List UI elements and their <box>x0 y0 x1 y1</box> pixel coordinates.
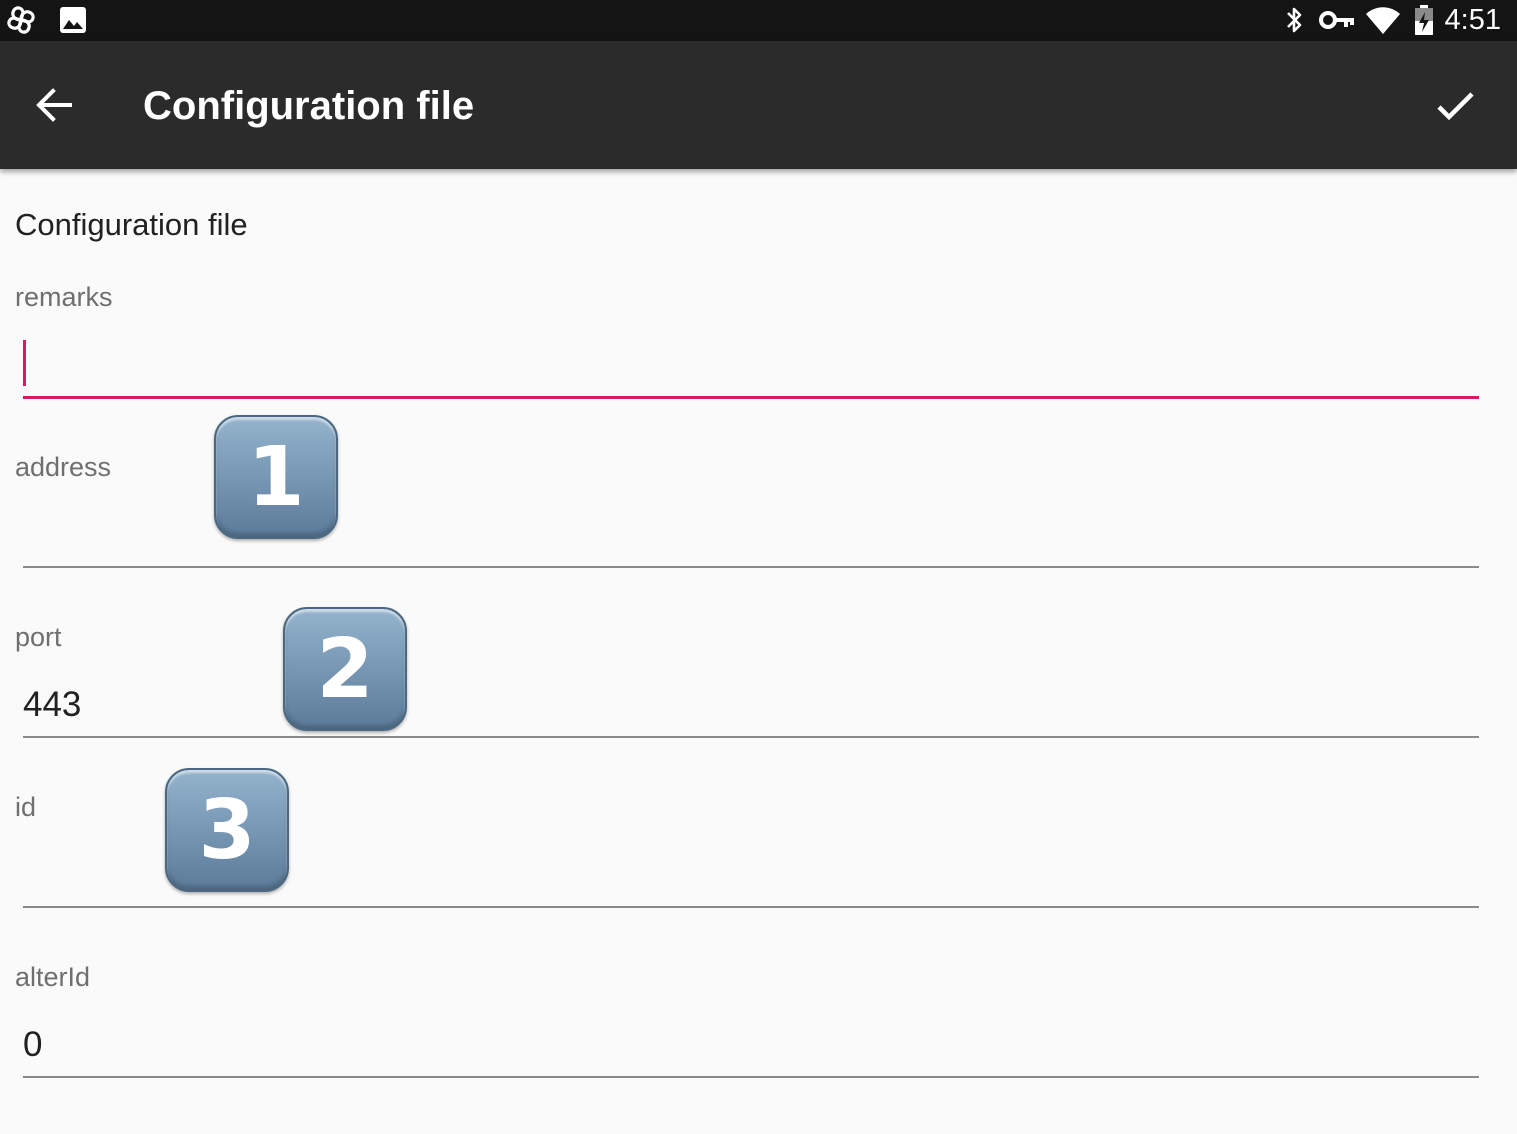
port-input[interactable] <box>23 682 1479 728</box>
pinwheel-icon <box>7 6 35 34</box>
back-button[interactable] <box>22 73 86 137</box>
id-label: id <box>15 792 37 822</box>
arrow-back-icon <box>36 88 72 122</box>
alterid-input[interactable] <box>23 1022 1479 1068</box>
alterid-label: alterId <box>15 962 91 992</box>
section-heading: Configuration file <box>15 207 248 242</box>
alterid-underline <box>23 1076 1479 1078</box>
address-underline <box>23 566 1479 568</box>
check-icon <box>1437 92 1474 121</box>
text-cursor <box>23 340 26 386</box>
status-time: 4:51 <box>1444 4 1501 36</box>
remarks-input[interactable] <box>23 340 1479 386</box>
toolbar: Configuration file <box>0 41 1517 169</box>
toolbar-title: Configuration file <box>143 84 475 128</box>
vpn-key-icon <box>1319 11 1354 29</box>
port-underline <box>23 736 1479 738</box>
remarks-underline <box>23 396 1479 399</box>
status-bar: 4:51 <box>0 0 1517 41</box>
badge-1: 1 <box>214 415 338 539</box>
confirm-button[interactable] <box>1422 73 1488 139</box>
wifi-icon <box>1366 7 1400 34</box>
badge-3: 3 <box>165 768 289 892</box>
port-label: port <box>15 622 62 652</box>
address-label: address <box>15 452 112 482</box>
remarks-label: remarks <box>15 282 113 312</box>
id-underline <box>23 906 1479 908</box>
bluetooth-icon <box>1287 7 1302 33</box>
badge-2: 2 <box>283 607 407 731</box>
image-icon <box>60 7 86 33</box>
battery-charging-icon <box>1415 5 1433 35</box>
